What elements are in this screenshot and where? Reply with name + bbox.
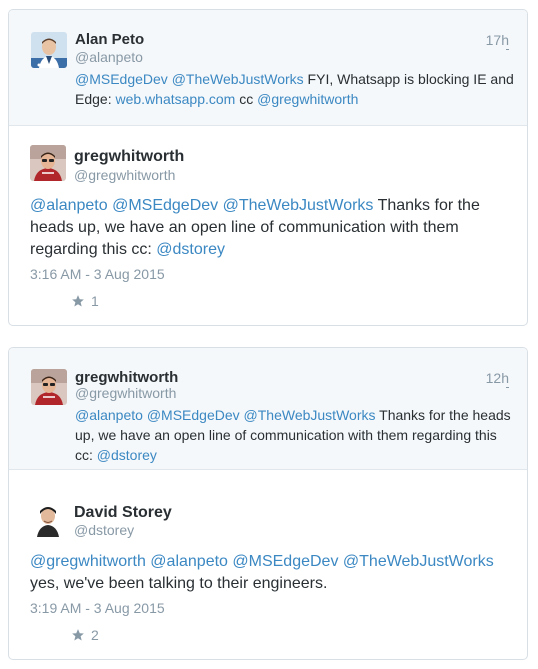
mention-link[interactable]: @MSEdgeDev <box>112 197 218 214</box>
favorite-count: 1 <box>91 293 99 309</box>
mention-link[interactable]: @TheWebJustWorks <box>223 197 374 214</box>
mention-link[interactable]: @gregwhitworth <box>257 91 358 107</box>
author-name[interactable]: gregwhitworth <box>75 369 178 386</box>
author-handle[interactable]: @alanpeto <box>75 49 143 65</box>
favorite-button[interactable]: 1 <box>71 293 99 309</box>
star-icon <box>72 295 84 307</box>
tweet-text-segment: cc <box>235 91 258 107</box>
tweet-card-2: gregwhitworth @gregwhitworth 12h @alanpe… <box>8 347 528 660</box>
author-handle[interactable]: @gregwhitworth <box>75 385 176 401</box>
avatar-gregwhitworth[interactable] <box>30 145 66 181</box>
time-underline <box>506 387 509 388</box>
mention-link[interactable]: @MSEdgeDev <box>232 553 338 570</box>
author-name[interactable]: gregwhitworth <box>74 148 184 166</box>
mention-link[interactable]: @alanpeto <box>75 407 143 423</box>
mention-link[interactable]: @TheWebJustWorks <box>343 553 494 570</box>
avatar-dstorey[interactable] <box>30 501 66 537</box>
mention-link[interactable]: @MSEdgeDev <box>147 407 240 423</box>
tweet-text: @gregwhitworth @alanpeto @MSEdgeDev @The… <box>30 551 510 595</box>
time-underline <box>506 49 509 50</box>
mention-link[interactable]: @dstorey <box>156 241 225 258</box>
tweet-text-segment: yes, we've been talking to their enginee… <box>30 575 328 592</box>
author-handle[interactable]: @dstorey <box>74 522 134 538</box>
mention-link[interactable]: @alanpeto <box>30 197 108 214</box>
tweet-text: @alanpeto @MSEdgeDev @TheWebJustWorks Th… <box>75 405 515 465</box>
avatar-gregwhitworth[interactable] <box>31 369 67 405</box>
mention-link[interactable]: @TheWebJustWorks <box>172 71 304 87</box>
favorite-count: 2 <box>91 627 99 643</box>
mention-link[interactable]: @gregwhitworth <box>30 553 146 570</box>
tweet-card-1: Alan Peto @alanpeto 17h @MSEdgeDev @TheW… <box>8 9 528 326</box>
mention-link[interactable]: @TheWebJustWorks <box>244 407 376 423</box>
parent-tweet[interactable]: gregwhitworth @gregwhitworth 12h @alanpe… <box>9 348 527 470</box>
tweet-time[interactable]: 17h <box>486 32 509 48</box>
favorite-button[interactable]: 2 <box>71 627 99 643</box>
tweet-timestamp[interactable]: 3:16 AM - 3 Aug 2015 <box>30 266 165 282</box>
tweet-text: @MSEdgeDev @TheWebJustWorks FYI, Whatsap… <box>75 69 515 109</box>
author-name[interactable]: David Storey <box>74 504 172 522</box>
parent-tweet[interactable]: Alan Peto @alanpeto 17h @MSEdgeDev @TheW… <box>9 10 527 126</box>
mention-link[interactable]: @MSEdgeDev <box>75 71 168 87</box>
avatar-alan-peto[interactable] <box>31 32 67 68</box>
author-handle[interactable]: @gregwhitworth <box>74 167 175 183</box>
mention-link[interactable]: @alanpeto <box>150 553 228 570</box>
url-link[interactable]: web.whatsapp.com <box>115 91 235 107</box>
author-name[interactable]: Alan Peto <box>75 31 144 48</box>
tweet-time[interactable]: 12h <box>486 370 509 386</box>
tweet-text: @alanpeto @MSEdgeDev @TheWebJustWorks Th… <box>30 195 510 261</box>
tweet-timestamp[interactable]: 3:19 AM - 3 Aug 2015 <box>30 600 165 616</box>
mention-link[interactable]: @dstorey <box>97 447 157 463</box>
star-icon <box>72 629 84 641</box>
